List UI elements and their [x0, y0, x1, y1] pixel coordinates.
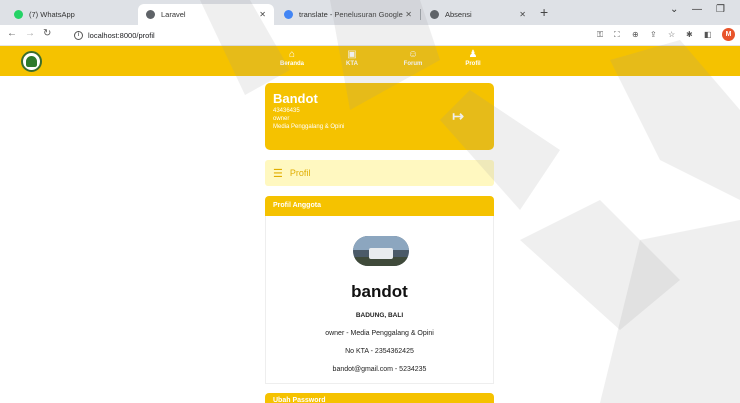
back-arrow-icon[interactable]: ← — [7, 28, 17, 39]
tab-title: (7) WhatsApp — [29, 10, 75, 19]
section-title: Profil — [289, 168, 311, 178]
browser-tab-whatsapp[interactable]: (7) WhatsApp ✕ — [6, 4, 158, 25]
nav-item-kta[interactable]: ▣ KTA — [327, 49, 377, 67]
section-bar-profil: ☰ Profil — [265, 160, 494, 186]
globe-icon — [430, 10, 439, 19]
tree-icon — [26, 56, 37, 67]
watermark-stroke — [600, 220, 740, 403]
new-tab-button[interactable]: + — [540, 5, 548, 19]
app-navbar: ⌂ Beranda ▣ KTA ☺ Forum ♟ Profil — [0, 46, 740, 76]
nav-label: Profil — [465, 61, 481, 67]
tab-title: translate - Penelusuran Google — [299, 10, 403, 19]
url-text: localhost:8000/profil — [88, 30, 155, 40]
browser-tab-strip: (7) WhatsApp ✕ Laravel ✕ translate - Pen… — [0, 0, 740, 25]
logout-icon[interactable]: ↦ — [452, 108, 464, 125]
reload-icon[interactable]: ↻ — [43, 28, 51, 39]
close-icon[interactable]: ✕ — [259, 10, 266, 19]
close-icon[interactable]: ✕ — [519, 10, 526, 19]
nav-label: Beranda — [279, 61, 304, 67]
bookmark-star-icon[interactable]: ☆ — [668, 30, 675, 39]
tab-separator — [420, 9, 421, 20]
tab-title: Laravel — [161, 10, 186, 19]
nav-item-profil[interactable]: ♟ Profil — [448, 49, 498, 67]
profil-anggota-card: bandot BADUNG, BALI owner - Media Pengga… — [265, 216, 494, 384]
member-username: bandot — [351, 282, 408, 301]
watermark-stroke — [520, 200, 680, 330]
home-icon: ⌂ — [288, 49, 296, 60]
profile-summary-card: Bandot 43436435 owner Media Penggalang &… — [265, 83, 494, 150]
close-icon[interactable]: ✕ — [405, 10, 412, 19]
forum-icon: ☺ — [407, 49, 419, 60]
tab-title: Absensi — [445, 10, 472, 19]
minimize-icon[interactable]: — — [692, 4, 702, 15]
google-icon — [284, 10, 293, 19]
extensions-icon[interactable]: ✱ — [686, 30, 693, 39]
nav-item-forum[interactable]: ☺ Forum — [388, 49, 438, 67]
nav-item-beranda[interactable]: ⌂ Beranda — [267, 49, 317, 67]
browser-tab-laravel[interactable]: Laravel ✕ — [138, 4, 274, 25]
card-header-profil-anggota: Profil Anggota — [265, 196, 494, 216]
profile-name: Bandot — [273, 91, 318, 106]
member-photo — [353, 236, 409, 266]
zoom-icon[interactable]: ⊕ — [632, 30, 639, 39]
nav-label: KTA — [346, 61, 358, 67]
site-info-icon[interactable]: i — [74, 30, 83, 40]
side-panel-icon[interactable]: ◧ — [704, 30, 712, 39]
translate-icon[interactable]: ⛶ — [614, 30, 620, 40]
photo-van — [369, 248, 393, 259]
app-logo[interactable] — [21, 51, 42, 72]
browser-toolbar: ← → ↻ i localhost:8000/profil ⚿ ⛶ ⊕ ⇪ ☆ … — [0, 25, 740, 46]
user-icon: ♟ — [468, 49, 478, 60]
menu-icon[interactable]: ☰ — [273, 167, 283, 180]
member-kta: No KTA - 2354362425 — [345, 348, 414, 355]
share-icon[interactable]: ⇪ — [650, 30, 657, 39]
member-location: BADUNG, BALI — [355, 312, 404, 319]
member-role-org: owner - Media Penggalang & Opini — [325, 330, 434, 337]
nav-label: Forum — [403, 61, 423, 67]
card-header-ubah-password: Ubah Password — [265, 393, 494, 403]
browser-tab-absensi[interactable]: Absensi ✕ — [422, 4, 534, 25]
browser-profile-avatar[interactable]: M — [722, 28, 735, 41]
forward-arrow-icon[interactable]: → — [25, 28, 35, 39]
browser-tab-google[interactable]: translate - Penelusuran Google ✕ — [276, 4, 420, 25]
member-contact: bandot@gmail.com - 5234235 — [332, 366, 427, 373]
whatsapp-icon — [14, 10, 23, 19]
id-card-icon: ▣ — [347, 49, 357, 60]
tab-search-chevron-icon[interactable]: ⌄ — [670, 4, 678, 15]
key-icon[interactable]: ⚿ — [597, 30, 603, 40]
address-bar[interactable]: i localhost:8000/profil — [74, 27, 155, 43]
maximize-icon[interactable]: ❐ — [716, 4, 725, 15]
globe-icon — [146, 10, 155, 19]
